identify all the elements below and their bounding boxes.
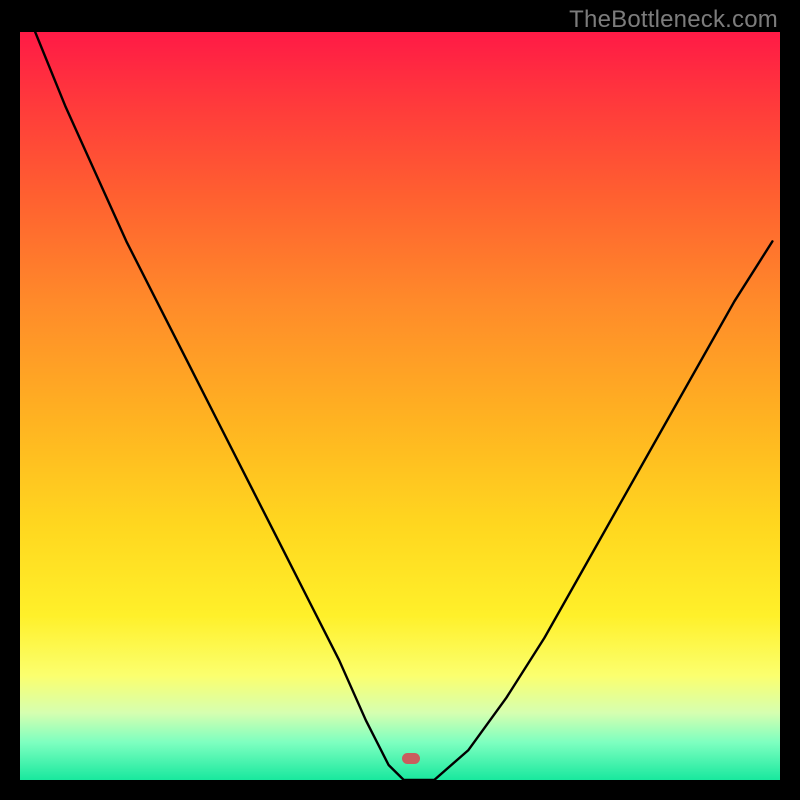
chart-frame: TheBottleneck.com [0, 0, 800, 800]
watermark-text: TheBottleneck.com [569, 6, 778, 34]
curve-path [35, 32, 772, 780]
minimum-marker [402, 753, 420, 764]
plot-area [20, 32, 780, 780]
bottleneck-curve [20, 32, 780, 780]
